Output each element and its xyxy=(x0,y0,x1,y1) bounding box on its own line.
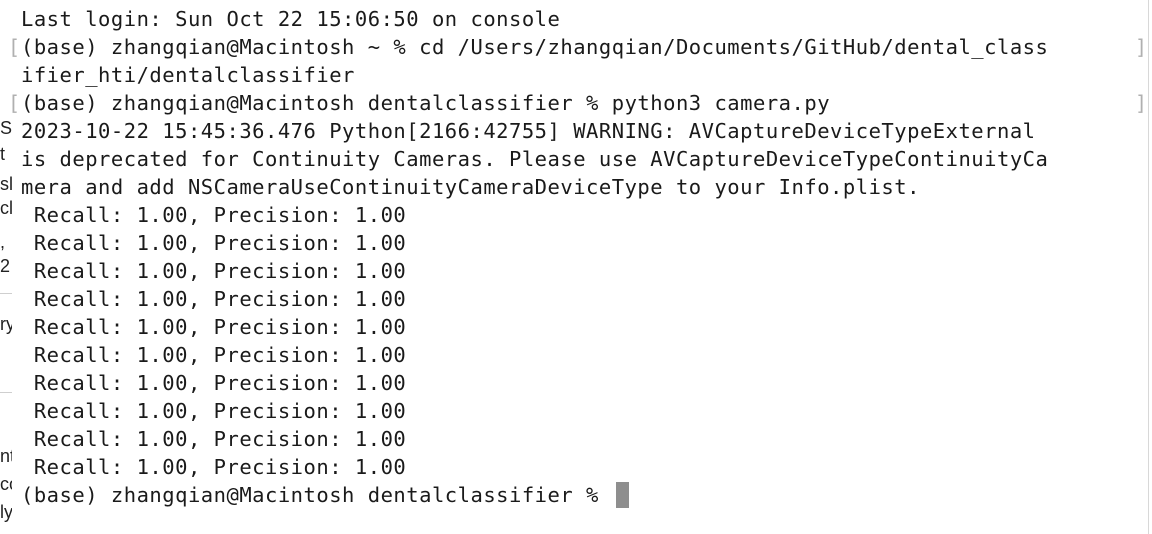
terminal-line-metric: Recall: 1.00, Precision: 1.00 xyxy=(21,371,407,395)
terminal-line-warning: is deprecated for Continuity Cameras. Pl… xyxy=(21,147,1049,171)
terminal-line-login: Last login: Sun Oct 22 15:06:50 on conso… xyxy=(21,7,561,31)
background-text-fragment: t xyxy=(0,144,6,164)
background-text-fragment: 2 xyxy=(0,256,11,276)
background-text-fragment: nt xyxy=(0,446,12,466)
background-text-fragment: cla xyxy=(0,198,12,218)
background-text-fragment: sl xyxy=(0,174,12,194)
terminal-line-warning: mera and add NSCameraUseContinuityCamera… xyxy=(21,175,920,199)
terminal-line-metric: Recall: 1.00, Precision: 1.00 xyxy=(21,315,407,339)
terminal-line-metric: Recall: 1.00, Precision: 1.00 xyxy=(21,287,407,311)
terminal-line-command-wrap: ifier_hti/dentalclassifier xyxy=(21,63,355,87)
terminal-output[interactable]: Last login: Sun Oct 22 15:06:50 on conso… xyxy=(21,5,1148,509)
background-divider xyxy=(0,392,12,393)
terminal-line-metric: Recall: 1.00, Precision: 1.00 xyxy=(21,343,407,367)
terminal-prompt: (base) zhangqian@Macintosh dentalclassif… xyxy=(21,483,612,507)
background-text-fragment: , xyxy=(0,232,6,252)
background-app-window: Sc t sl cla , 2 ry nt co ly xyxy=(0,0,12,534)
terminal-line-metric: Recall: 1.00, Precision: 1.00 xyxy=(21,399,407,423)
terminal-line-metric: Recall: 1.00, Precision: 1.00 xyxy=(21,259,407,283)
background-text-fragment: Sc xyxy=(0,118,12,138)
terminal-line-metric: Recall: 1.00, Precision: 1.00 xyxy=(21,455,407,479)
command-mark-open: [ xyxy=(8,35,21,59)
terminal-line-metric: Recall: 1.00, Precision: 1.00 xyxy=(21,203,407,227)
text-cursor xyxy=(615,482,629,508)
terminal-line-warning: 2023-10-22 15:45:36.476 Python[2166:4275… xyxy=(21,119,1036,143)
background-text-fragment: ly xyxy=(0,502,12,522)
background-divider xyxy=(0,293,12,294)
background-text-fragment: ry xyxy=(0,314,12,334)
terminal-line-command: (base) zhangqian@Macintosh dentalclassif… xyxy=(21,91,831,115)
terminal-line-command: (base) zhangqian@Macintosh ~ % cd /Users… xyxy=(21,35,1049,59)
terminal-window[interactable]: [ ] [ ] Last login: Sun Oct 22 15:06:50 … xyxy=(8,0,1149,534)
background-text-fragment: co xyxy=(0,474,12,494)
command-mark-open: [ xyxy=(8,91,21,115)
terminal-line-metric: Recall: 1.00, Precision: 1.00 xyxy=(21,231,407,255)
terminal-prompt-line[interactable]: (base) zhangqian@Macintosh dentalclassif… xyxy=(21,481,1148,509)
terminal-line-metric: Recall: 1.00, Precision: 1.00 xyxy=(21,427,407,451)
